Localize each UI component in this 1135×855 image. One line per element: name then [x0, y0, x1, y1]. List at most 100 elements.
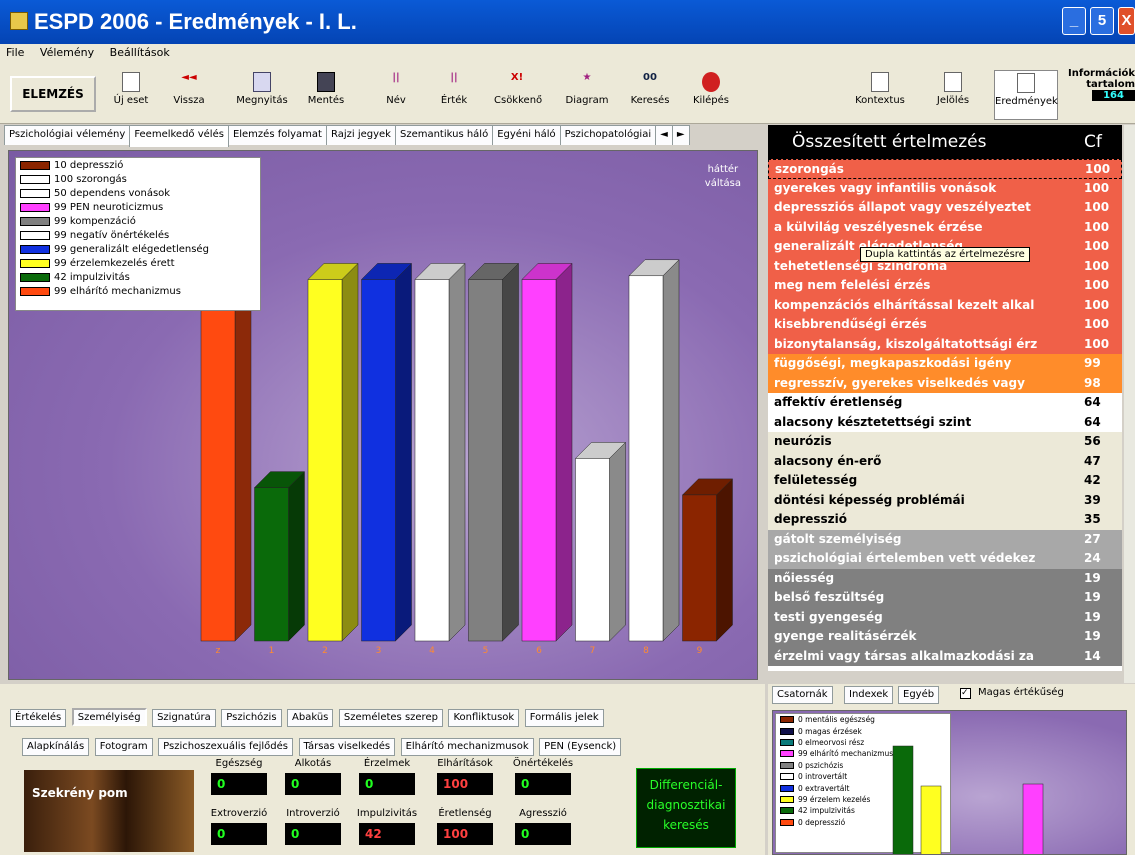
tab-ertekeles[interactable]: Értékelés — [10, 709, 67, 727]
tab-pszichopatologiai[interactable]: Pszichopatológiai — [559, 125, 657, 145]
tab-elemzes[interactable]: Elemzés folyamat — [227, 125, 327, 145]
info-subtitle: tartalom — [1086, 79, 1135, 90]
legend-item: 10 depresszió — [16, 158, 260, 172]
summary-row[interactable]: felületesség 42 — [768, 471, 1122, 491]
vertical-scrollbar[interactable] — [1124, 125, 1135, 683]
diagram-button[interactable]: ★ Diagram — [564, 70, 610, 120]
summary-row[interactable]: depresszió 35 — [768, 510, 1122, 530]
menu-velemeny[interactable]: Vélemény — [34, 44, 100, 61]
tab-konfliktusok[interactable]: Konfliktusok — [448, 709, 520, 727]
summary-row[interactable]: belső feszültség 19 — [768, 588, 1122, 608]
value-button[interactable]: || Érték — [436, 70, 472, 120]
mark-button[interactable]: Jelölés — [930, 70, 976, 120]
summary-row[interactable]: pszichológiai értelemben vett védekez 24 — [768, 549, 1122, 569]
name-button[interactable]: || Név — [378, 70, 414, 120]
tab-abakus[interactable]: Abaküs — [287, 709, 334, 727]
minimize-button[interactable]: _ — [1062, 7, 1086, 35]
tab-szemantikus[interactable]: Szemantikus háló — [394, 125, 494, 145]
back-button[interactable]: ◄◄ Vissza — [166, 70, 212, 120]
summary-row[interactable]: testi gyengeség 19 — [768, 607, 1122, 627]
app-icon — [10, 12, 28, 30]
summary-row[interactable]: gyerekes vagy infantilis vonások 100 — [768, 178, 1122, 198]
tab-egyeb[interactable]: Egyéb — [898, 686, 940, 704]
tab-csatornak[interactable]: Csatornák — [772, 686, 833, 704]
tab-egyeni[interactable]: Egyéni háló — [492, 125, 561, 145]
mini-bar — [1022, 783, 1044, 854]
summary-row-cf: 100 — [1084, 278, 1110, 292]
elemzes-button[interactable]: ELEMZÉS — [10, 76, 96, 112]
summary-row-label: kompenzációs elhárítással kezelt alkal — [774, 297, 1035, 312]
tab-scroll-right[interactable]: ► — [671, 125, 690, 145]
summary-row[interactable]: gátolt személyiség 27 — [768, 529, 1122, 549]
tab-indexek[interactable]: Indexek — [844, 686, 894, 704]
summary-row[interactable]: nőiesség 19 — [768, 568, 1122, 588]
summary-row-cf: 27 — [1084, 531, 1101, 546]
tick-label: z — [216, 646, 221, 656]
tab-szemeletes[interactable]: Személetes szerep — [338, 709, 443, 727]
title-bar: ESPD 2006 - Eredmények - I. L. _ 5 X — [0, 0, 1135, 44]
summary-row-cf: 100 — [1084, 258, 1110, 273]
document-icon — [122, 72, 140, 92]
summary-row-cf: 100 — [1084, 200, 1110, 214]
tab-rajzi[interactable]: Rajzi jegyek — [325, 125, 396, 145]
summary-row[interactable]: regresszív, gyerekes viselkedés vagy 98 — [768, 373, 1122, 393]
summary-row[interactable]: affektív éretlenség 64 — [768, 393, 1122, 413]
tab-fotogram[interactable]: Fotogram — [94, 738, 153, 756]
metric-label: Önértékelés — [512, 758, 574, 769]
summary-row[interactable]: neurózis 56 — [768, 432, 1122, 452]
tab-elharito[interactable]: Elhárító mechanizmusok — [400, 738, 534, 756]
summary-row[interactable]: szorongás 100 — [768, 159, 1122, 179]
summary-row-cf: 39 — [1084, 492, 1101, 507]
summary-row[interactable]: érzelmi vagy társas alkalmazkodási za 14 — [768, 646, 1122, 666]
sort-button[interactable]: X! Csökkenő — [494, 70, 542, 120]
legend-item: 42 impulzivitás — [16, 270, 260, 284]
search-button[interactable]: 00 Keresés — [626, 70, 674, 120]
tab-tarsas[interactable]: Társas viselkedés — [298, 738, 396, 756]
tab-pszichologiai[interactable]: Pszichológiai vélemény — [4, 125, 131, 145]
tab-formalis[interactable]: Formális jelek — [524, 709, 604, 727]
legend-item: 100 szorongás — [16, 172, 260, 186]
maximize-button[interactable]: 5 — [1090, 7, 1114, 35]
metric-label: Elhárítások — [437, 758, 493, 769]
summary-row-label: döntési képesség problémái — [774, 492, 965, 507]
summary-row[interactable]: meg nem felelési érzés 100 — [768, 276, 1122, 296]
tab-pen[interactable]: PEN (Eysenck) — [539, 738, 622, 756]
menu-beallitasok[interactable]: Beállítások — [104, 44, 176, 61]
new-case-button[interactable]: Új eset — [108, 70, 154, 120]
results-button[interactable]: Eredmények — [994, 70, 1058, 120]
tab-scroll-left[interactable]: ◄ — [655, 125, 673, 145]
summary-row[interactable]: depressziós állapot vagy veszélyeztet 100 — [768, 198, 1122, 218]
menu-file[interactable]: File — [0, 44, 30, 61]
summary-row-cf: 24 — [1084, 551, 1101, 565]
tab-szemelyiseg[interactable]: Személyiség — [71, 708, 147, 726]
metric-label: Impulzivitás — [356, 808, 418, 819]
open-button[interactable]: Megnyitás — [232, 70, 292, 120]
tab-alapkinalas[interactable]: Alapkínálás — [22, 738, 90, 756]
tab-feemelkedo[interactable]: Feemelkedő vélés — [129, 125, 229, 147]
differential-search-button[interactable]: Differenciál-diagnosztikai keresés — [636, 768, 736, 848]
legend-item: 50 dependens vonások — [16, 186, 260, 200]
metric: Extroverzió 0 — [204, 808, 274, 845]
summary-row-cf: 19 — [1084, 590, 1101, 604]
summary-row[interactable]: a külvilág veszélyesnek érzése 100 — [768, 217, 1122, 237]
summary-row[interactable]: gyenge realitásérzék 19 — [768, 627, 1122, 647]
tab-pszichozis[interactable]: Pszichózis — [221, 709, 282, 727]
close-button[interactable]: X — [1118, 7, 1135, 35]
context-button[interactable]: Kontextus — [850, 70, 910, 120]
save-button[interactable]: Mentés — [300, 70, 352, 120]
summary-row[interactable]: kompenzációs elhárítással kezelt alkal 10… — [768, 295, 1122, 315]
summary-row[interactable]: kisebbrendűségi érzés 100 — [768, 315, 1122, 335]
summary-row[interactable]: alacsony késztetettségi szint 64 — [768, 412, 1122, 432]
high-value-checkbox[interactable]: ✓ — [960, 688, 971, 699]
tab-pszichoszexualis[interactable]: Pszichoszexuális fejlődés — [158, 738, 294, 756]
summary-row[interactable]: bizonytalanság, kiszolgáltatottsági érz 1… — [768, 334, 1122, 354]
exit-button[interactable]: Kilépés — [688, 70, 734, 120]
legend-label: 10 depresszió — [54, 159, 124, 171]
summary-row[interactable]: függőségi, megkapaszkodási igény 99 — [768, 354, 1122, 374]
summary-row[interactable]: alacsony én-erő 47 — [768, 451, 1122, 471]
tick-label: 9 — [697, 646, 703, 656]
summary-row-label: alacsony én-erő — [774, 453, 882, 468]
tab-szignatura[interactable]: Szignatúra — [152, 709, 216, 727]
metric: Önértékelés 0 — [508, 758, 578, 795]
summary-row[interactable]: döntési képesség problémái 39 — [768, 490, 1122, 510]
